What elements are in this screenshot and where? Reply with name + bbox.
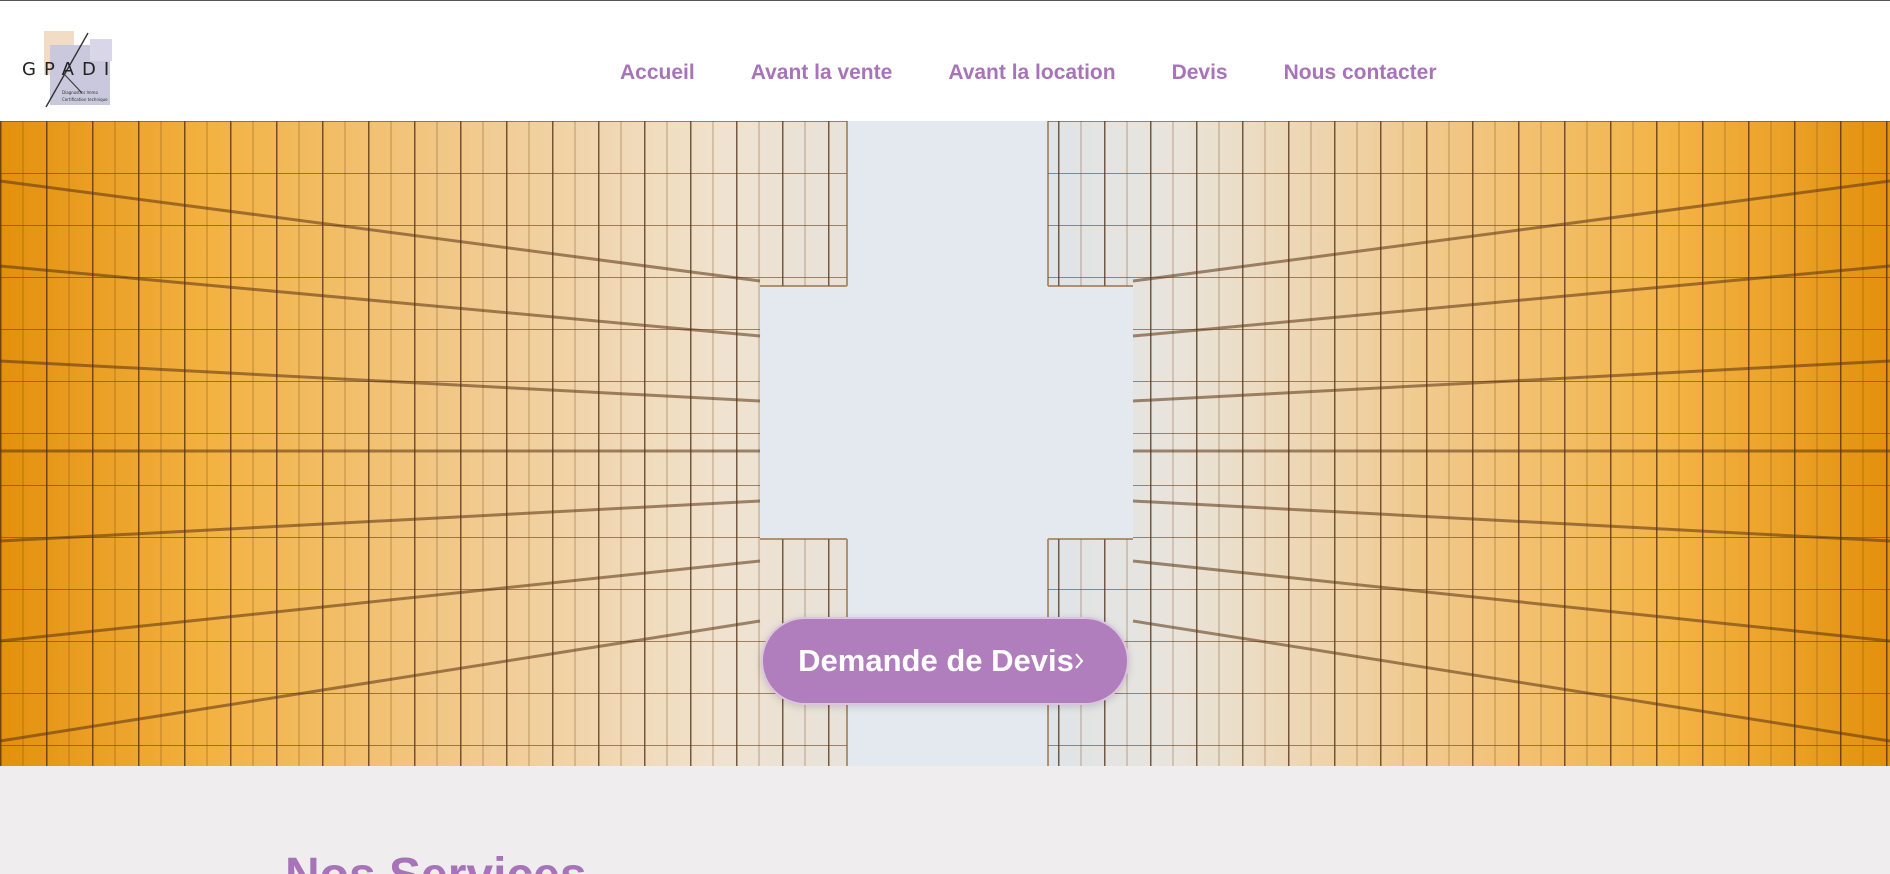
main-nav: Accueil Avant la vente Avant la location… — [620, 58, 1437, 88]
nav-item-avant-la-vente[interactable]: Avant la vente — [751, 61, 893, 85]
services-section: Nos Services — [0, 766, 1890, 874]
logo-wordmark: GPADI — [22, 59, 117, 80]
quote-request-label: Demande de Devis — [798, 643, 1074, 678]
nav-item-nous-contacter[interactable]: Nous contacter — [1284, 61, 1437, 85]
nav-item-accueil[interactable]: Accueil — [620, 61, 695, 85]
nav-item-avant-la-location[interactable]: Avant la location — [948, 61, 1115, 85]
services-title: Nos Services — [285, 848, 587, 874]
chevron-right-icon — [1075, 653, 1084, 669]
logo-tagline-1: Diagnostics Immo — [62, 90, 98, 95]
nav-item-devis[interactable]: Devis — [1172, 61, 1228, 85]
site-header: GPADI Diagnostics Immo Certification tec… — [0, 1, 1890, 121]
logo-tagline-2: Certification technique — [62, 97, 108, 102]
gpadi-logo[interactable]: GPADI Diagnostics Immo Certification tec… — [20, 31, 126, 109]
hero-banner: Demande de Devis — [0, 121, 1890, 766]
quote-request-button[interactable]: Demande de Devis — [761, 617, 1129, 705]
